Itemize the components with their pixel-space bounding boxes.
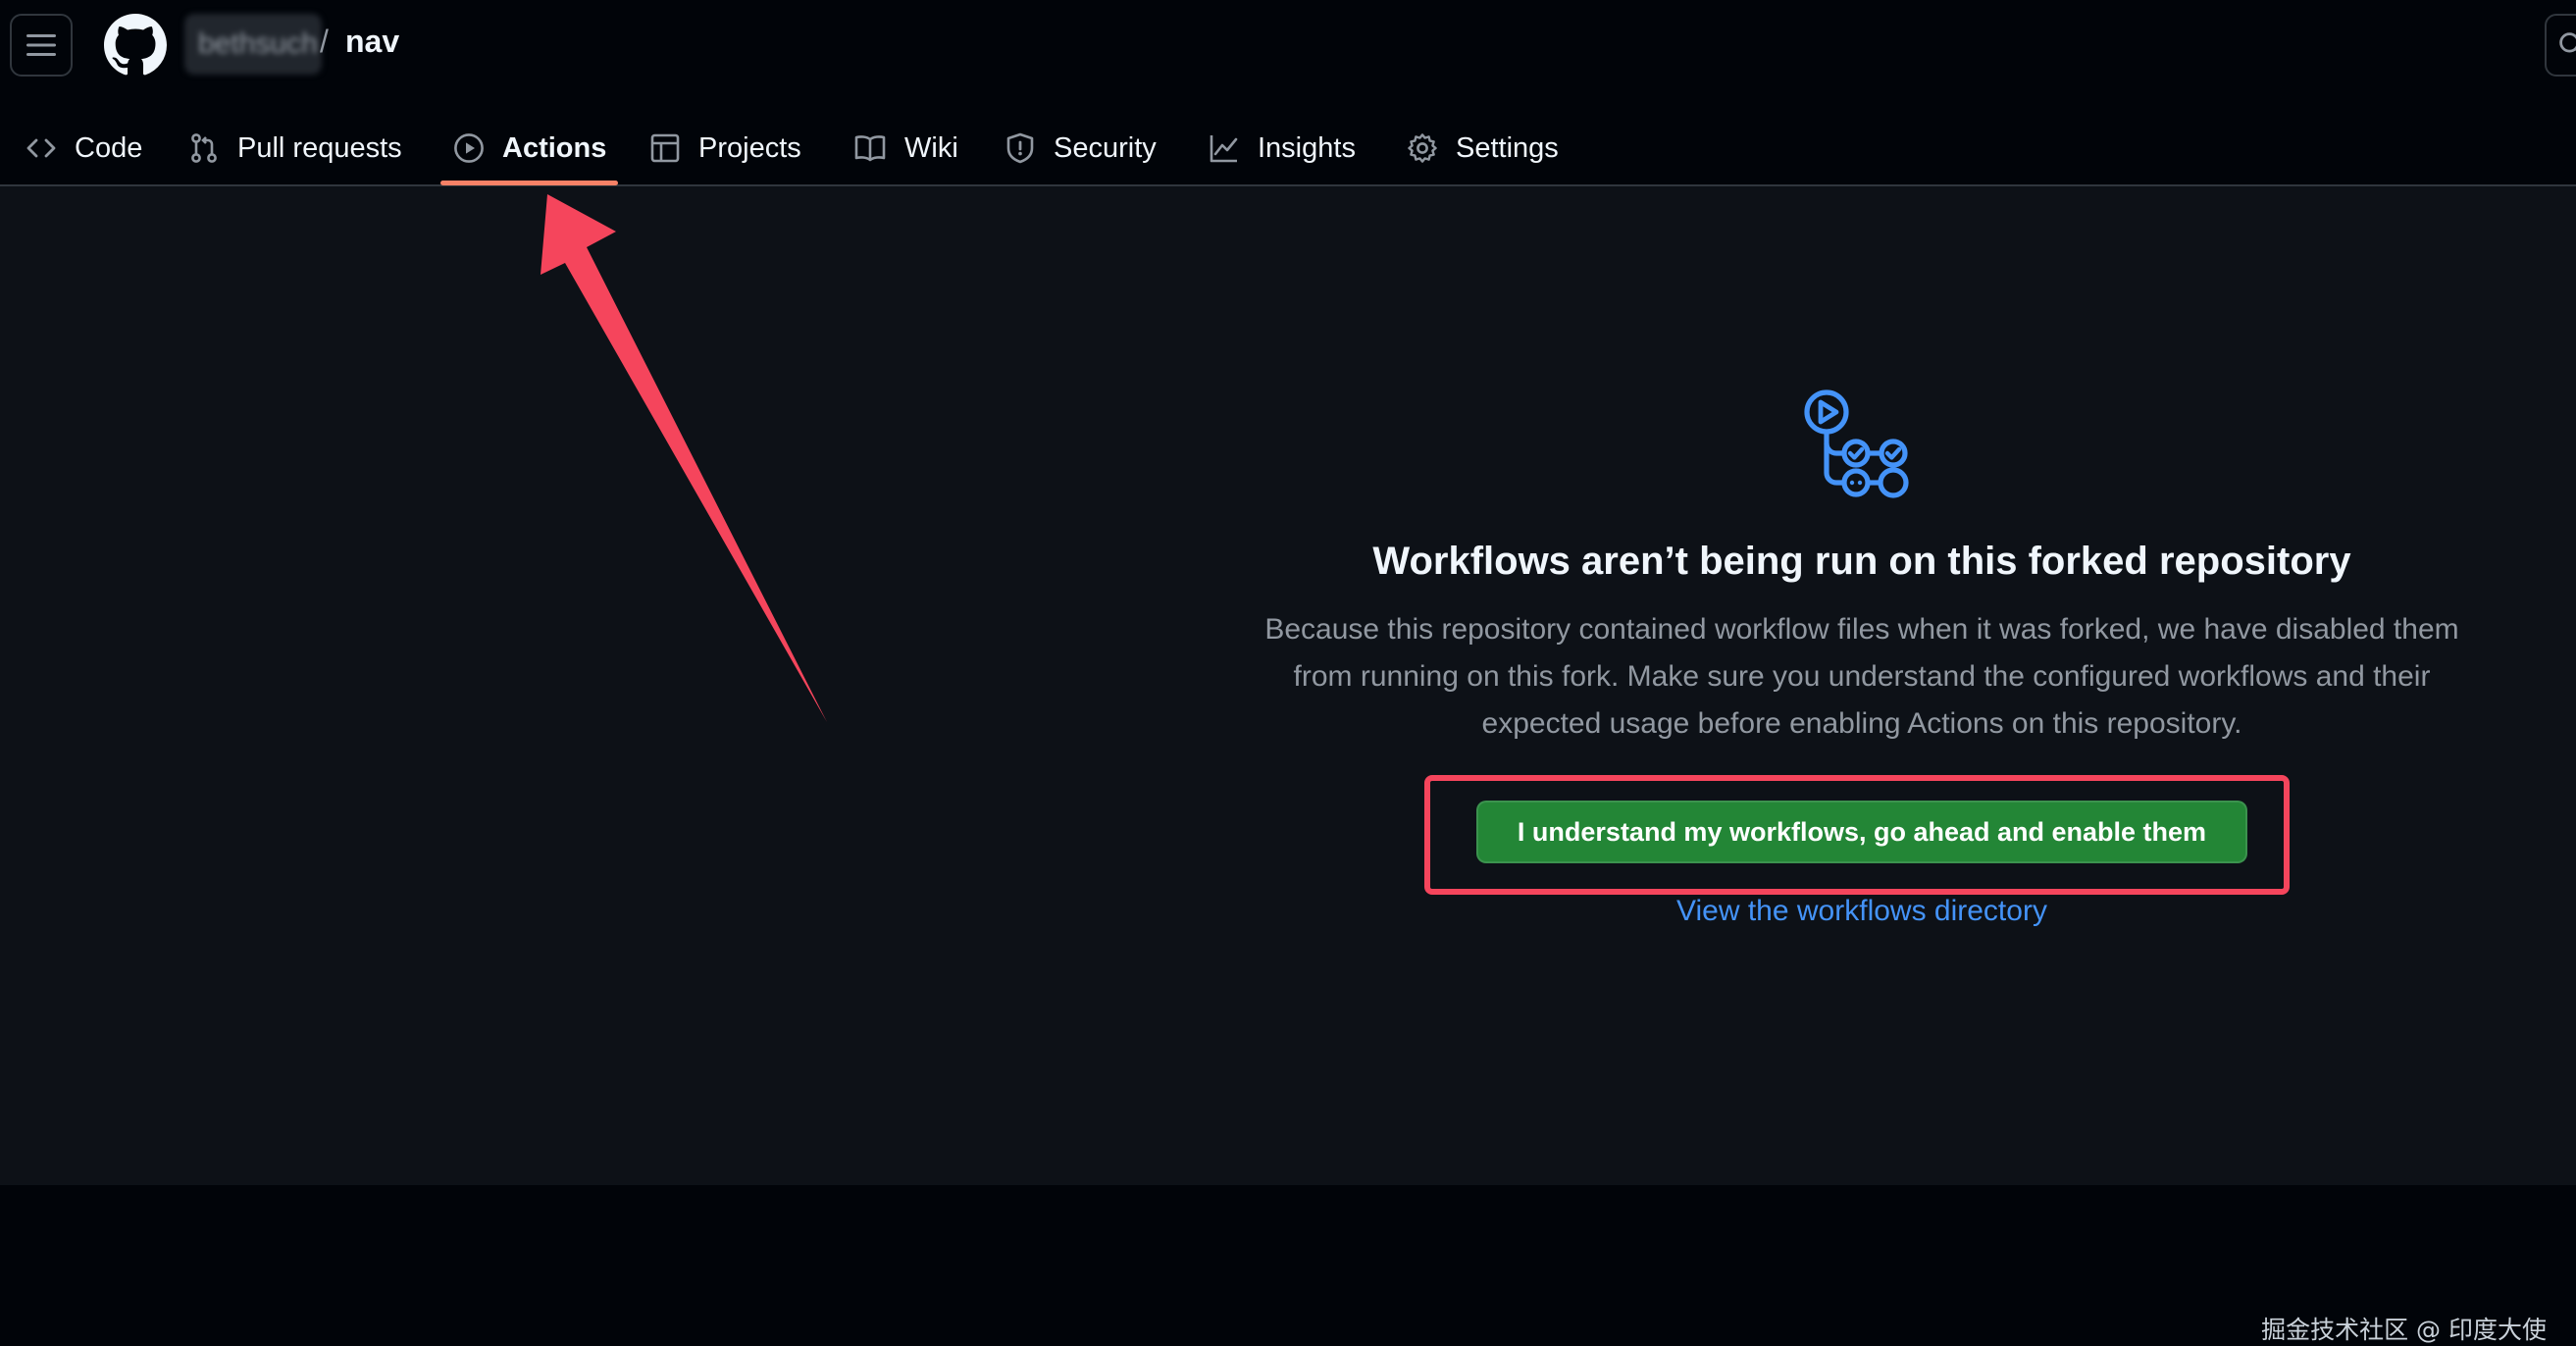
tab-projects[interactable]: Projects (636, 110, 815, 186)
blankslate-description: Because this repository contained workfl… (1177, 606, 2547, 748)
tab-pull-requests-label: Pull requests (237, 131, 402, 164)
repo-owner-link[interactable]: bethsuch (184, 14, 322, 75)
description-line: expected usage before enabling Actions o… (1481, 707, 2242, 740)
shield-icon (1006, 132, 1034, 164)
hamburger-icon (26, 34, 56, 56)
active-tab-indicator (440, 181, 618, 185)
gear-icon (1408, 133, 1437, 163)
tab-settings-label: Settings (1456, 131, 1559, 164)
search-icon (2559, 32, 2576, 53)
enable-workflows-button[interactable]: I understand my workflows, go ahead and … (1476, 801, 2247, 863)
repo-name-link[interactable]: nav (345, 24, 399, 60)
tab-wiki[interactable]: Wiki (840, 110, 972, 186)
description-line: from running on this fork. Make sure you… (1293, 660, 2431, 693)
watermark: 掘金技术社区 @ 印度大使 (2261, 1316, 2547, 1344)
actions-blankslate: Workflows aren’t being run on this forke… (0, 186, 2576, 1344)
hamburger-menu-button[interactable] (10, 14, 73, 77)
workflow-icon (1804, 389, 1909, 498)
view-workflows-directory-link[interactable]: View the workflows directory (1471, 895, 2252, 928)
tab-projects-label: Projects (698, 131, 801, 164)
blankslate-title: Workflows aren’t being run on this forke… (1372, 540, 2351, 583)
play-icon (454, 133, 484, 163)
description-line: Because this repository contained workfl… (1264, 613, 2459, 646)
tab-actions[interactable]: Actions (439, 110, 620, 186)
tab-code[interactable]: Code (12, 110, 156, 186)
path-separator: / (320, 24, 329, 59)
search-button[interactable] (2545, 14, 2576, 77)
tab-wiki-label: Wiki (904, 131, 958, 164)
github-logo-icon[interactable] (104, 14, 167, 77)
tab-insights-label: Insights (1258, 131, 1356, 164)
git-pull-request-icon (191, 133, 217, 163)
tab-pull-requests[interactable]: Pull requests (175, 110, 416, 186)
book-icon (854, 135, 886, 162)
tab-settings[interactable]: Settings (1393, 110, 1572, 186)
tab-security-label: Security (1054, 131, 1157, 164)
table-icon (650, 133, 680, 163)
code-icon (26, 138, 56, 158)
tab-code-label: Code (75, 131, 143, 164)
tab-security[interactable]: Security (991, 110, 1170, 186)
repo-tabs: Code Pull requests Actions Projects Wiki… (0, 110, 2576, 186)
tab-actions-label: Actions (502, 131, 607, 164)
tab-insights[interactable]: Insights (1195, 110, 1369, 186)
repo-header: bethsuch / nav Code Pull requests Action… (0, 0, 2576, 186)
graph-icon (1210, 135, 1238, 163)
